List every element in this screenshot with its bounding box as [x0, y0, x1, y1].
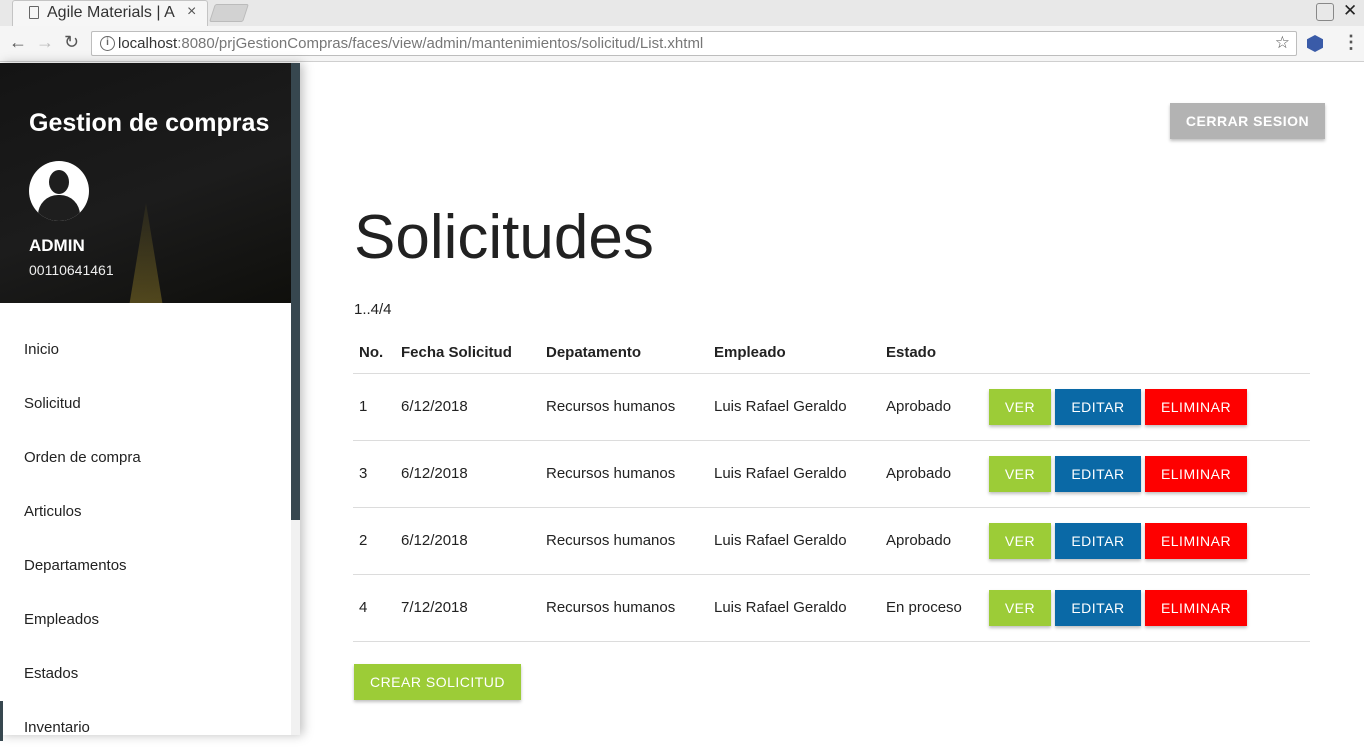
cell-no: 3: [353, 439, 395, 507]
cell-fecha: 6/12/2018: [395, 439, 540, 507]
column-header-no: No.: [359, 344, 384, 362]
cell-actions: VER EDITAR ELIMINAR: [983, 439, 1310, 507]
create-request-button[interactable]: CREAR SOLICITUD: [354, 664, 521, 700]
address-bar[interactable]: i localhost:8080/prjGestionCompras/faces…: [91, 31, 1297, 56]
sidebar-item-orden-de-compra[interactable]: Orden de compra: [0, 431, 291, 485]
column-header-departamento: Depatamento: [546, 344, 642, 362]
cell-actions: VER EDITAR ELIMINAR: [983, 573, 1310, 642]
cell-actions: VER EDITAR ELIMINAR: [983, 506, 1310, 574]
url-host: localhost: [118, 35, 178, 52]
window-close-icon[interactable]: ✕: [1343, 1, 1357, 21]
table-row: 4 7/12/2018 Recursos humanos Luis Rafael…: [353, 573, 1310, 642]
view-button[interactable]: VER: [989, 388, 1051, 425]
menu-icon[interactable]: ⋮: [1342, 32, 1360, 53]
logout-button[interactable]: CERRAR SESION: [1170, 103, 1325, 139]
cell-empleado: Luis Rafael Geraldo: [708, 573, 880, 642]
cell-estado: Aprobado: [880, 372, 983, 440]
cell-actions: VER EDITAR ELIMINAR: [983, 372, 1310, 440]
column-header-actions: [983, 333, 1310, 373]
cell-empleado: Luis Rafael Geraldo: [708, 506, 880, 574]
sidebar: Gestion de compras ADMIN 00110641461 Ini…: [0, 63, 300, 741]
reload-icon[interactable]: ↻: [64, 32, 79, 53]
info-icon[interactable]: i: [100, 36, 115, 51]
app-title: Gestion de compras: [29, 109, 270, 137]
page-title: Solicitudes: [354, 203, 654, 272]
table-row: 2 6/12/2018 Recursos humanos Luis Rafael…: [353, 506, 1310, 574]
delete-button[interactable]: ELIMINAR: [1145, 388, 1247, 425]
profile-header: Gestion de compras ADMIN 00110641461: [0, 63, 291, 303]
cell-departamento: Recursos humanos: [540, 372, 708, 440]
url-text: localhost:8080/prjGestionCompras/faces/v…: [118, 35, 703, 52]
table-row: 1 6/12/2018 Recursos humanos Luis Rafael…: [353, 372, 1310, 440]
edit-button[interactable]: EDITAR: [1055, 522, 1141, 559]
user-name: ADMIN: [29, 236, 85, 255]
browser-toolbar: ← → ↻ i localhost:8080/prjGestionCompras…: [0, 26, 1364, 62]
cell-estado: En proceso: [880, 573, 983, 642]
extension-icon[interactable]: [1307, 35, 1323, 52]
user-avatar-icon: [29, 161, 89, 221]
cell-departamento: Recursos humanos: [540, 573, 708, 642]
delete-button[interactable]: ELIMINAR: [1145, 455, 1247, 492]
cell-estado: Aprobado: [880, 506, 983, 574]
sidebar-item-inventario[interactable]: Inventario: [0, 701, 291, 755]
view-button[interactable]: VER: [989, 522, 1051, 559]
cell-departamento: Recursos humanos: [540, 506, 708, 574]
back-icon[interactable]: ←: [9, 32, 27, 53]
delete-button[interactable]: ELIMINAR: [1145, 589, 1247, 626]
delete-button[interactable]: ELIMINAR: [1145, 522, 1247, 559]
tab-close-icon[interactable]: ×: [187, 3, 196, 21]
edit-button[interactable]: EDITAR: [1055, 388, 1141, 425]
profile-icon[interactable]: [1316, 3, 1334, 21]
table-header-row: No. Fecha Solicitud Depatamento Empleado…: [353, 333, 1310, 373]
sidebar-item-empleados[interactable]: Empleados: [0, 593, 291, 647]
cell-empleado: Luis Rafael Geraldo: [708, 439, 880, 507]
column-header-estado: Estado: [886, 344, 937, 362]
requests-table: No. Fecha Solicitud Depatamento Empleado…: [353, 333, 1310, 642]
sidebar-item-articulos[interactable]: Articulos: [0, 485, 291, 539]
page-icon: [29, 6, 39, 19]
sidebar-item-inicio[interactable]: Inicio: [0, 323, 291, 377]
forward-icon[interactable]: →: [36, 32, 54, 53]
browser-tab-bar: Agile Materials | A × ✕: [0, 0, 1364, 26]
sidebar-item-solicitud[interactable]: Solicitud: [0, 377, 291, 431]
sidebar-item-estados[interactable]: Estados: [0, 647, 291, 701]
user-id: 00110641461: [29, 262, 114, 278]
cell-no: 1: [353, 372, 395, 440]
column-header-fecha: Fecha Solicitud: [401, 344, 512, 362]
url-path: :8080/prjGestionCompras/faces/view/admin…: [177, 35, 704, 52]
sidebar-menu: Inicio Solicitud Orden de compra Articul…: [0, 323, 291, 755]
cell-fecha: 6/12/2018: [395, 506, 540, 574]
background-tree: [128, 203, 164, 303]
cell-fecha: 7/12/2018: [395, 573, 540, 642]
sidebar-scrollbar-thumb[interactable]: [291, 63, 300, 520]
cell-departamento: Recursos humanos: [540, 439, 708, 507]
view-button[interactable]: VER: [989, 589, 1051, 626]
cell-estado: Aprobado: [880, 439, 983, 507]
cell-empleado: Luis Rafael Geraldo: [708, 372, 880, 440]
pagination-info: 1..4/4: [354, 301, 392, 318]
cell-no: 2: [353, 506, 395, 574]
column-header-empleado: Empleado: [714, 344, 786, 362]
active-item-marker: [0, 701, 3, 741]
table-row: 3 6/12/2018 Recursos humanos Luis Rafael…: [353, 439, 1310, 507]
edit-button[interactable]: EDITAR: [1055, 455, 1141, 492]
cell-fecha: 6/12/2018: [395, 372, 540, 440]
cell-no: 4: [353, 573, 395, 642]
edit-button[interactable]: EDITAR: [1055, 589, 1141, 626]
new-tab-button[interactable]: [209, 4, 249, 22]
browser-tab[interactable]: Agile Materials | A ×: [12, 0, 208, 26]
tab-title: Agile Materials | A: [47, 4, 175, 21]
sidebar-item-departamentos[interactable]: Departamentos: [0, 539, 291, 593]
star-icon[interactable]: ☆: [1275, 33, 1290, 53]
view-button[interactable]: VER: [989, 455, 1051, 492]
